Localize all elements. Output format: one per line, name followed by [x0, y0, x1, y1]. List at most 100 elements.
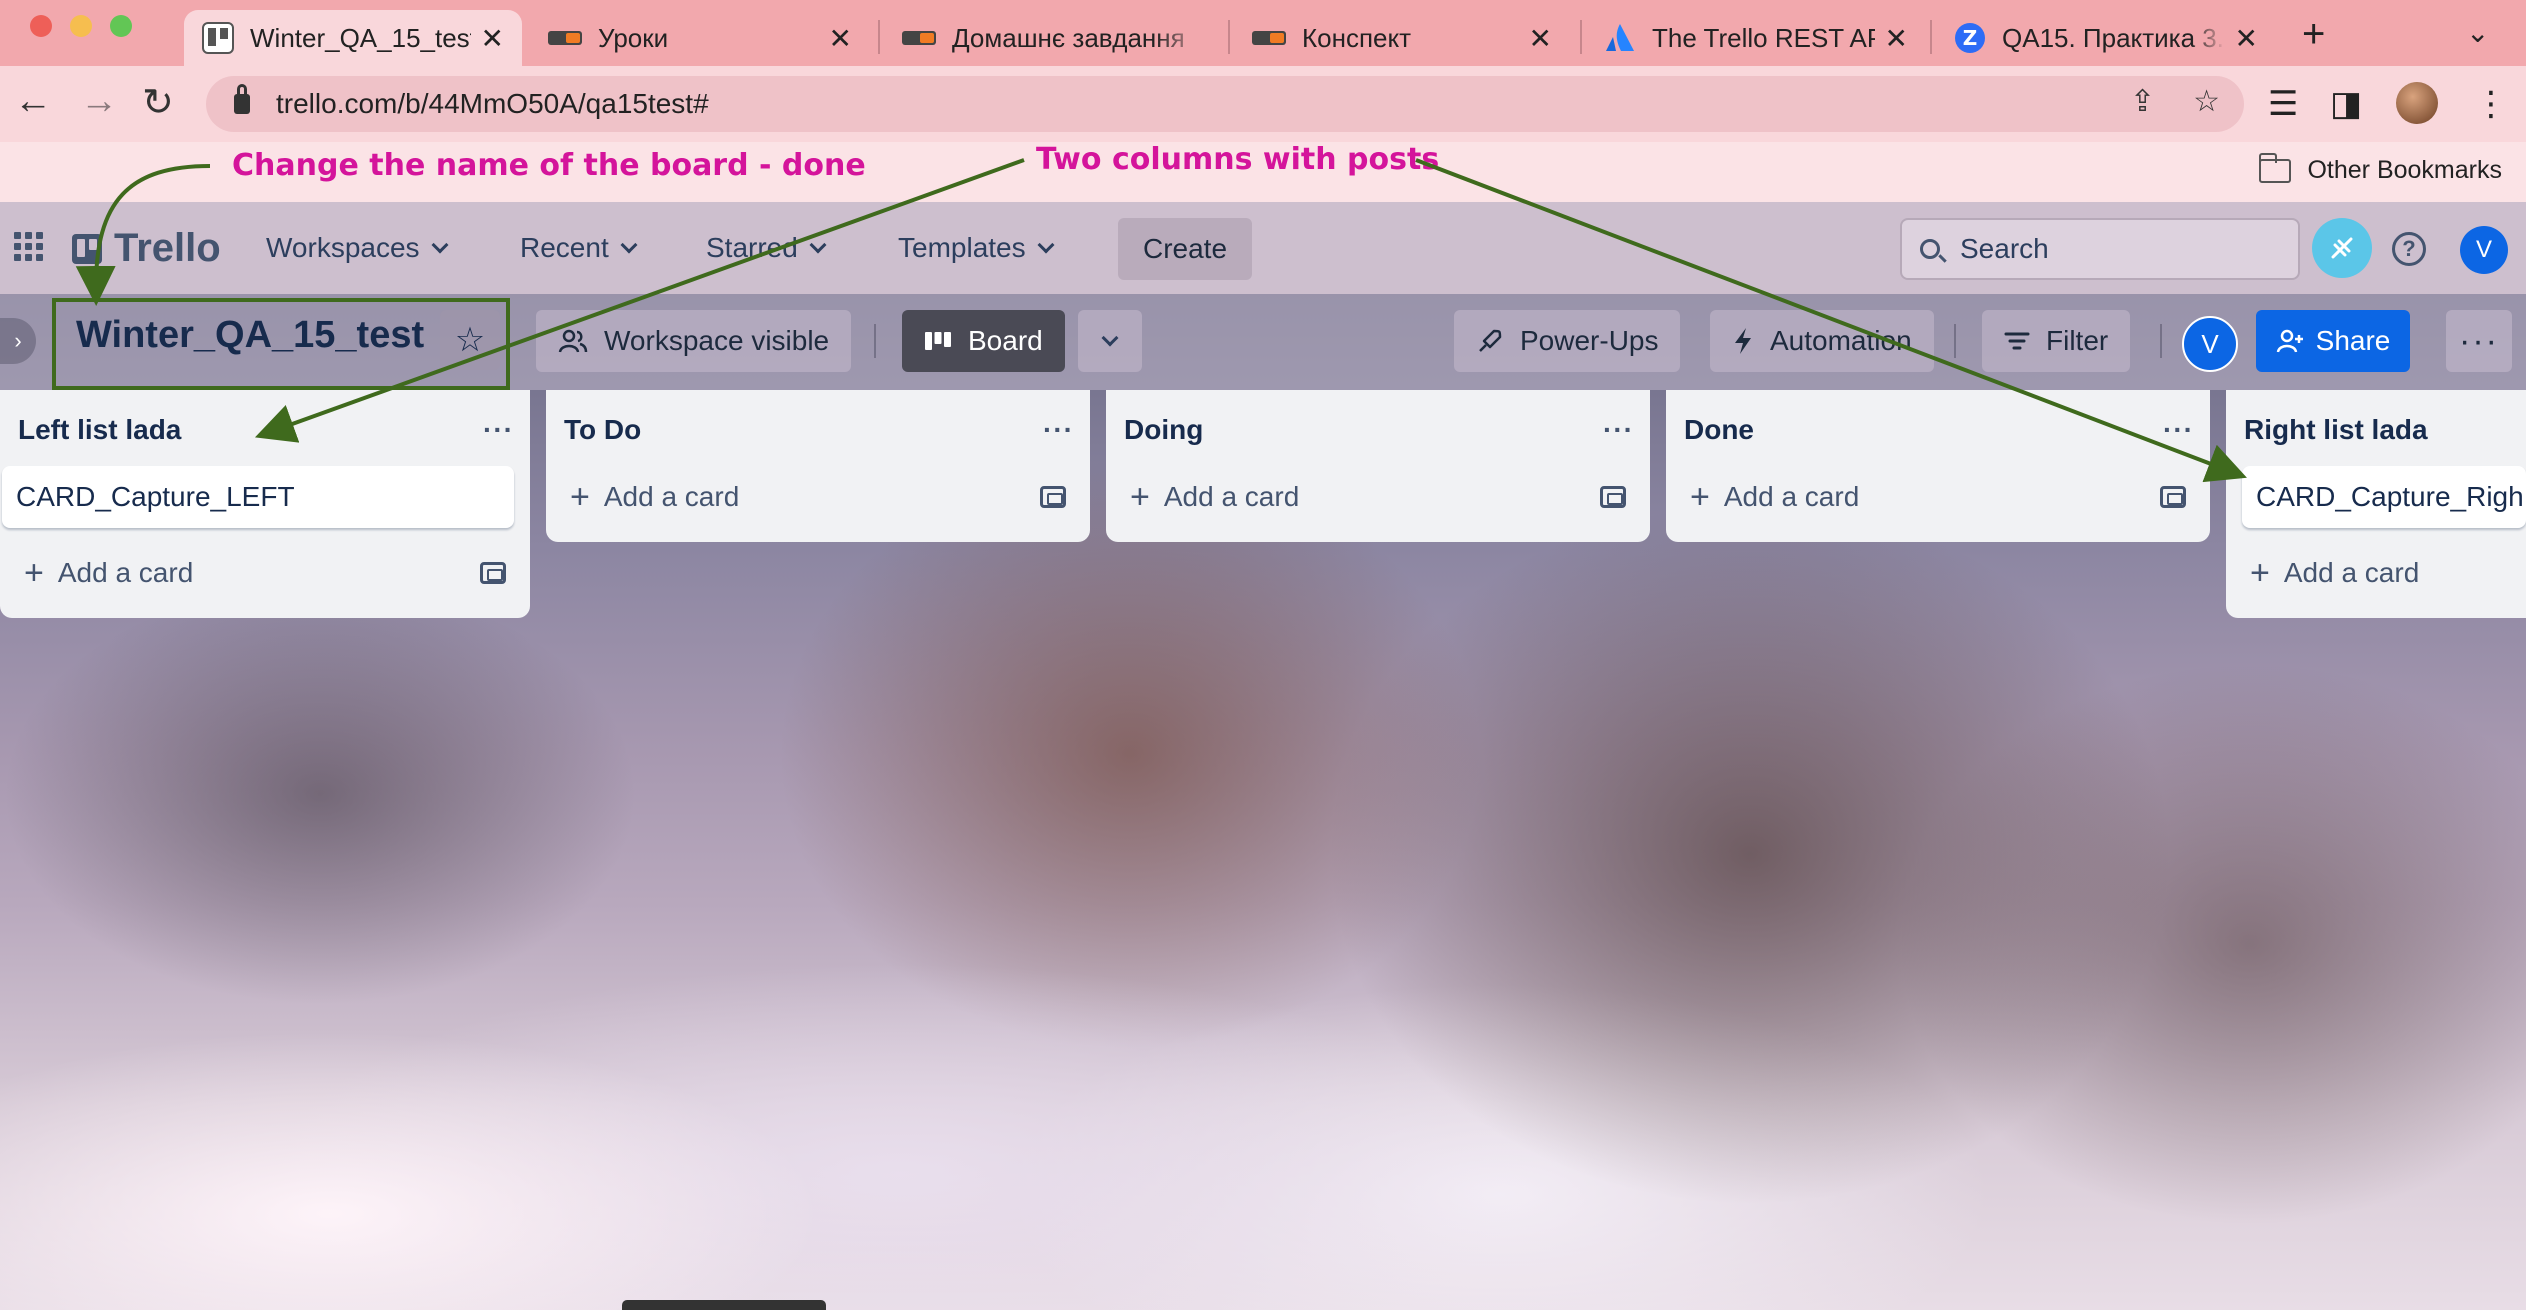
app-switcher-icon[interactable]	[14, 232, 43, 261]
zoom-icon: Z	[1954, 22, 1986, 54]
add-card-button[interactable]: + Add a card	[16, 542, 514, 604]
window-minimize-button[interactable]	[70, 15, 92, 37]
add-card-label: Add a card	[57, 557, 194, 588]
other-bookmarks[interactable]: Other Bookmarks	[2259, 152, 2502, 185]
add-card-button[interactable]: + Add a card	[1122, 466, 1634, 528]
list-menu-icon[interactable]: ···	[1043, 414, 1074, 446]
new-tab-button[interactable]: +	[2302, 12, 2325, 57]
nav-recent[interactable]: Recent	[520, 202, 638, 294]
tab-title: Домашнє завдання	[952, 22, 1185, 53]
trello-favicon-icon	[202, 22, 234, 54]
tab-close-icon[interactable]: ✕	[829, 22, 852, 55]
board-menu-button[interactable]: ···	[2446, 310, 2512, 372]
nav-workspaces[interactable]: Workspaces	[266, 202, 449, 294]
tab-title: Уроки	[598, 22, 669, 53]
notifications-icon[interactable]	[2312, 218, 2372, 278]
share-button[interactable]: Share	[2256, 310, 2410, 372]
side-panel-icon[interactable]: ◨	[2330, 84, 2362, 124]
card-template-icon[interactable]	[1040, 486, 1066, 508]
board-view-button[interactable]: Board	[902, 310, 1065, 372]
profile-avatar[interactable]	[2396, 82, 2438, 124]
trello-logo[interactable]: Trello	[72, 226, 221, 271]
reload-button[interactable]: ↻	[142, 80, 174, 125]
tab-homework[interactable]: Домашнє завдання	[884, 10, 1224, 66]
share-page-icon[interactable]: ⇪	[2130, 84, 2155, 119]
forward-button[interactable]: →	[80, 80, 118, 123]
power-ups-button[interactable]: Power-Ups	[1454, 310, 1681, 372]
add-card-button[interactable]: + Add a card	[562, 466, 1074, 528]
divider	[2160, 324, 2162, 358]
account-avatar[interactable]: V	[2460, 226, 2508, 274]
workspace-visible-button[interactable]: Workspace visible	[536, 310, 852, 372]
list-title[interactable]: Left list lada	[18, 414, 181, 446]
horizontal-scrollbar[interactable]	[622, 1300, 826, 1310]
nav-templates[interactable]: Templates	[898, 202, 1055, 294]
list-menu-icon[interactable]: ···	[483, 414, 514, 446]
tab-close-icon[interactable]: ✕	[2235, 22, 2258, 55]
nav-starred[interactable]: Starred	[706, 202, 827, 294]
add-card-button[interactable]: + Add a card	[2242, 542, 2526, 604]
plus-icon: +	[24, 553, 44, 592]
window-close-button[interactable]	[30, 15, 52, 37]
add-card-label: Add a card	[1163, 481, 1300, 512]
list-right-list-lada: Right list lada CARD_Capture_Righ + Add a…	[2226, 390, 2526, 618]
list-menu-icon[interactable]: ···	[1603, 414, 1634, 446]
board-header: › Winter_QA_15_test ☆ Workspace visible …	[0, 294, 2526, 390]
annotation-title-box	[52, 298, 510, 390]
sidebar-expand-icon[interactable]: ›	[0, 318, 36, 364]
add-card-label: Add a card	[1723, 481, 1860, 512]
card-template-icon[interactable]	[480, 562, 506, 584]
filter-button[interactable]: Filter	[1982, 310, 2131, 372]
help-icon[interactable]: ?	[2392, 232, 2426, 266]
back-button[interactable]: ←	[14, 80, 52, 123]
atlassian-icon	[1604, 23, 1636, 53]
card[interactable]: CARD_Capture_Righ	[2242, 466, 2526, 528]
window-zoom-button[interactable]	[110, 15, 132, 37]
card[interactable]: CARD_Capture_LEFT	[2, 466, 514, 528]
add-card-button[interactable]: + Add a card	[1682, 466, 2194, 528]
view-switcher-button[interactable]	[1078, 310, 1142, 372]
workspace-visible-label: Workspace visible	[604, 325, 830, 356]
list-menu-icon[interactable]: ···	[2163, 414, 2194, 446]
list-title[interactable]: Right list lada	[2244, 414, 2428, 446]
tab-close-icon[interactable]: ✕	[1529, 22, 1552, 55]
automation-button[interactable]: Automation	[1710, 310, 1934, 372]
bookmark-star-icon[interactable]: ☆	[2193, 84, 2220, 119]
tab-qa15-practice[interactable]: Z QA15. Практика 3. ✕	[1936, 10, 2276, 66]
tab-close-icon[interactable]: ✕	[1885, 22, 1908, 55]
tab-uroky[interactable]: Уроки ✕	[530, 10, 870, 66]
list-header: Doing ···	[1122, 408, 1634, 452]
filter-label: Filter	[2046, 325, 2109, 356]
tab-winter-qa[interactable]: Winter_QA_15_test ✕	[184, 10, 522, 66]
tab-trello-api[interactable]: The Trello REST API ✕	[1586, 10, 1926, 66]
list-title[interactable]: Doing	[1124, 414, 1203, 446]
board-view-icon	[925, 332, 951, 350]
card-template-icon[interactable]	[1600, 486, 1626, 508]
lightning-icon	[1735, 328, 1751, 354]
plus-icon: +	[570, 477, 590, 516]
browser-tab-bar: Winter_QA_15_test ✕ Уроки ✕ Домашнє завд…	[0, 0, 2526, 66]
search-placeholder: Search	[1960, 233, 2049, 264]
tab-separator	[1580, 20, 1582, 54]
browser-menu-icon[interactable]: ⋮	[2474, 84, 2508, 124]
tab-konspekt[interactable]: Конспект ✕	[1234, 10, 1570, 66]
search-input[interactable]: Search	[1900, 218, 2300, 280]
tab-search-chevron-icon[interactable]: ⌄	[2466, 16, 2489, 49]
power-ups-label: Power-Ups	[1520, 325, 1659, 356]
list-title[interactable]: To Do	[564, 414, 641, 446]
card-template-icon[interactable]	[2160, 486, 2186, 508]
media-control-icon[interactable]: ☰	[2268, 84, 2298, 124]
chevron-down-icon	[620, 236, 638, 254]
other-bookmarks-label: Other Bookmarks	[2307, 156, 2502, 184]
list-title[interactable]: Done	[1684, 414, 1754, 446]
board-member-avatar[interactable]: V	[2182, 316, 2238, 372]
site-favicon-icon	[1252, 29, 1286, 47]
create-button[interactable]: Create	[1118, 218, 1252, 280]
tab-close-icon[interactable]: ✕	[481, 22, 504, 55]
chevron-down-icon	[1037, 236, 1055, 254]
url-field[interactable]: trello.com/b/44MmO50A/qa15test# ⇪ ☆	[206, 76, 2244, 132]
folder-icon	[2259, 152, 2292, 183]
rocket-icon	[1479, 329, 1502, 352]
nav-templates-label: Templates	[898, 232, 1026, 263]
list-header: To Do ···	[562, 408, 1074, 452]
